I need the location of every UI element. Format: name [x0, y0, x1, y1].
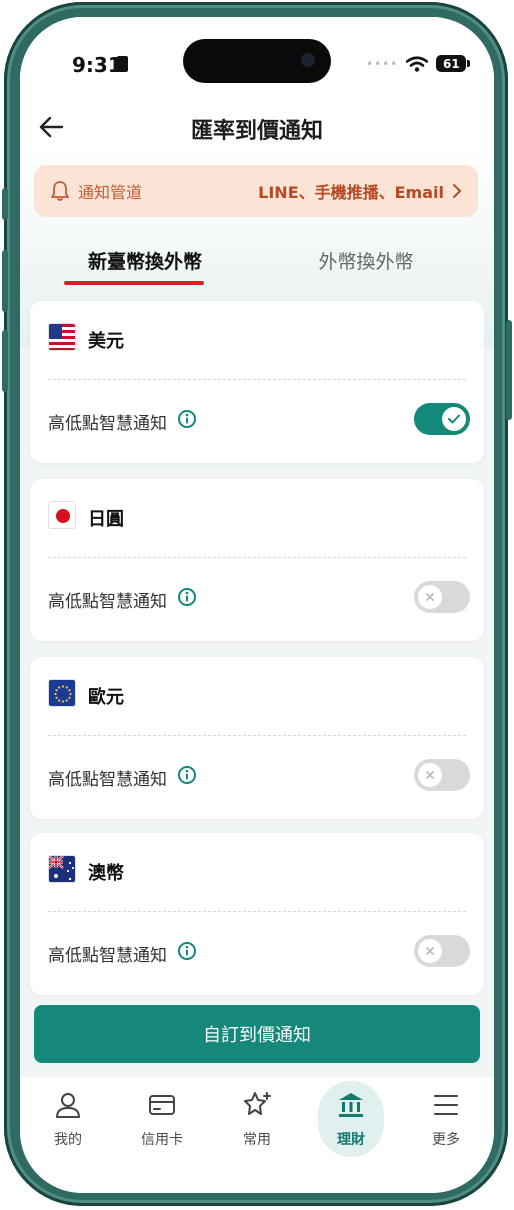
custom-alert-button[interactable]: 自訂到價通知 [34, 1005, 480, 1063]
info-icon[interactable] [177, 587, 197, 607]
smart-alert-toggle[interactable] [414, 935, 470, 967]
notification-channel-banner[interactable]: 通知管道 LINE、手機推播、Email [34, 165, 478, 217]
bottom-tab-favorites[interactable]: 常用 [212, 1085, 302, 1149]
dynamic-island [183, 39, 331, 83]
active-tab-indicator [64, 281, 204, 285]
camera-icon [301, 53, 315, 67]
toggle-knob [418, 585, 442, 609]
x-icon [426, 947, 434, 955]
tab-label: 我的 [54, 1132, 82, 1148]
divider [48, 911, 466, 912]
tab-label: 更多 [432, 1132, 460, 1148]
battery-icon: 61 [436, 55, 471, 72]
star-plus-icon [244, 1092, 271, 1115]
smart-alert-toggle[interactable] [414, 759, 470, 791]
bank-icon [339, 1093, 363, 1117]
page-title: 匯率到價通知 [190, 119, 323, 144]
currency-card-eur: 歐元 高低點智慧通知 [30, 657, 484, 819]
bottom-tab-wealth[interactable]: 理財 [306, 1081, 396, 1157]
currency-card-usd: 美元 高低點智慧通知 [30, 301, 484, 463]
bottom-tab-more[interactable]: 更多 [401, 1085, 491, 1149]
currency-tabs: 新臺幣換外幣 外幣換外幣 [20, 241, 494, 291]
info-icon[interactable] [177, 765, 197, 785]
nav-bar: 匯率到價通知 [20, 107, 494, 147]
check-icon [448, 414, 460, 424]
chevron-right-icon [453, 184, 461, 198]
status-time: 9:31 [72, 53, 122, 77]
tab-twd-to-foreign[interactable]: 新臺幣換外幣 [65, 247, 225, 274]
phone-side-button [2, 188, 8, 220]
smart-alert-label: 高低點智慧通知 [48, 946, 167, 966]
user-icon [56, 1093, 80, 1118]
credit-card-icon [149, 1095, 175, 1115]
x-icon [426, 771, 434, 779]
info-icon[interactable] [177, 409, 197, 429]
divider [48, 557, 466, 558]
tab-label: 信用卡 [141, 1132, 183, 1148]
x-icon [426, 593, 434, 601]
currency-card-jpy: 日圓 高低點智慧通知 [30, 479, 484, 641]
bottom-tab-mine[interactable]: 我的 [23, 1085, 113, 1149]
currency-card-aud: 澳幣 高低點智慧通知 [30, 833, 484, 995]
currency-name: 日圓 [88, 509, 124, 530]
currency-name: 歐元 [88, 687, 124, 708]
bottom-tab-credit-card[interactable]: 信用卡 [117, 1085, 207, 1149]
menu-icon [434, 1095, 458, 1115]
wifi-icon [406, 55, 429, 72]
smart-alert-label: 高低點智慧通知 [48, 414, 167, 434]
eu-flag-icon [48, 679, 76, 707]
status-indicators: •••• 61 [366, 55, 471, 72]
us-flag-icon [48, 323, 76, 351]
notice-channels: LINE、手機推播、Email [258, 183, 444, 202]
toggle-knob [442, 407, 466, 431]
bell-icon [51, 181, 69, 201]
tab-foreign-to-foreign[interactable]: 外幣換外幣 [286, 247, 446, 274]
signal-dots-icon: •••• [366, 56, 399, 71]
notice-label: 通知管道 [78, 183, 143, 202]
info-icon[interactable] [177, 941, 197, 961]
app-screen: 9:31 •••• 61 匯率到價通知 通知管道 LINE、手機推播、Email… [20, 17, 494, 1193]
toggle-knob [418, 763, 442, 787]
smart-alert-toggle[interactable] [414, 581, 470, 613]
tab-label: 常用 [243, 1132, 271, 1148]
currency-name: 澳幣 [88, 863, 124, 884]
tab-label: 理財 [337, 1132, 365, 1148]
phone-volume-down [2, 330, 8, 392]
currency-name: 美元 [88, 331, 124, 352]
divider [48, 379, 466, 380]
japan-flag-icon [48, 501, 76, 529]
toggle-knob [418, 939, 442, 963]
phone-power-button [506, 320, 512, 420]
smart-alert-toggle[interactable] [414, 403, 470, 435]
divider [48, 735, 466, 736]
bottom-tab-bar: 我的 信用卡 常用 理財 更多 [20, 1077, 494, 1193]
smart-alert-label: 高低點智慧通知 [48, 592, 167, 612]
australia-flag-icon [48, 855, 76, 883]
sim-icon [117, 56, 128, 72]
phone-volume-up [2, 250, 8, 312]
smart-alert-label: 高低點智慧通知 [48, 770, 167, 790]
